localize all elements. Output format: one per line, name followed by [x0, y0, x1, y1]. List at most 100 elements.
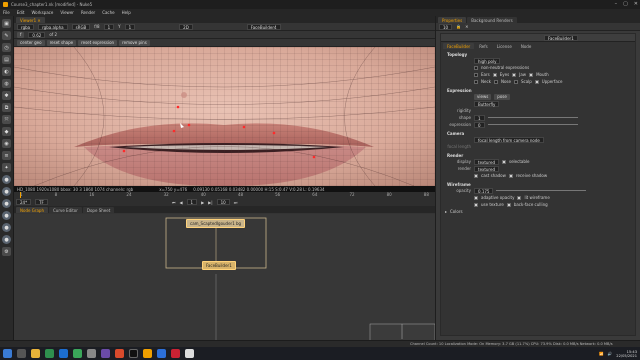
menu-viewer[interactable]: Viewer	[60, 10, 74, 15]
app-icon-9[interactable]	[171, 349, 180, 358]
menu-workspace[interactable]: Workspace	[31, 10, 53, 15]
tab-node[interactable]: Node	[516, 43, 536, 49]
volume-icon[interactable]: 🔊	[608, 352, 612, 356]
app-icon-5[interactable]	[101, 349, 110, 358]
menu-render[interactable]: Render	[81, 10, 95, 15]
prev-frame-icon[interactable]: ◀	[179, 200, 182, 205]
metadata-tool-icon[interactable]: ≡	[2, 151, 11, 160]
start-icon[interactable]	[3, 349, 12, 358]
gamma-field[interactable]: 1	[124, 23, 136, 30]
fps-field[interactable]: 24*	[16, 199, 32, 205]
colorspace-select[interactable]: sRGB	[71, 23, 91, 30]
app-icon-6[interactable]	[115, 349, 124, 358]
maximize-icon[interactable]: ▢	[623, 1, 628, 7]
app-icon-4[interactable]	[87, 349, 96, 358]
tab-dope-sheet[interactable]: Dope Sheet	[82, 207, 115, 213]
display-select[interactable]: textured	[474, 158, 499, 165]
opacity-slider[interactable]	[496, 190, 587, 191]
backface-checkbox[interactable]	[506, 202, 511, 207]
topology-select[interactable]: high poly	[474, 57, 501, 64]
mouth-checkbox[interactable]	[529, 72, 534, 77]
reset-shape-button[interactable]: reset shape	[46, 39, 77, 46]
eyes-checkbox[interactable]	[492, 72, 497, 77]
neck-checkbox[interactable]	[474, 79, 478, 84]
expression-field[interactable]: 0	[474, 121, 485, 128]
alpha-select[interactable]: rgba.alpha	[38, 23, 68, 30]
colors-expand-icon[interactable]: ▸	[445, 209, 447, 214]
lit-wireframe-checkbox[interactable]	[517, 195, 522, 200]
viewer-canvas[interactable]	[14, 47, 435, 186]
node-name-field[interactable]: FaceBuilder1	[544, 34, 578, 41]
reset-expression-button[interactable]: reset expression	[78, 39, 118, 46]
current-frame-field[interactable]: 1	[186, 199, 198, 205]
camera-select[interactable]: focal length from camera node	[474, 136, 544, 143]
playhead[interactable]	[20, 192, 21, 198]
tab-viewer1[interactable]: Viewer1 ✕	[16, 17, 45, 23]
close-icon[interactable]: ✕	[634, 1, 638, 7]
frame-field[interactable]: 0.62	[28, 31, 46, 38]
increment-field[interactable]: 10	[216, 199, 230, 205]
tab-background-renders[interactable]: Background Renders	[467, 17, 517, 23]
app-icon-7[interactable]	[129, 349, 138, 358]
nonneutral-checkbox[interactable]	[474, 65, 478, 70]
tab-refs[interactable]: Refs	[475, 43, 492, 49]
node-graph-canvas[interactable]: cam_ScaptedIgouder1 bg FaceBuilder1	[14, 214, 435, 347]
tf-field[interactable]: TF	[35, 199, 48, 205]
filter-tool-icon[interactable]: ◍	[2, 79, 11, 88]
timeline[interactable]: 1 8 16 24 32 40 48 56 64 72 80 88 24* TF…	[14, 192, 435, 206]
menu-edit[interactable]: Edit	[17, 10, 25, 15]
max-panels-field[interactable]: 10	[439, 23, 453, 30]
receive-shadow-checkbox[interactable]	[508, 173, 513, 178]
nuke-taskbar-icon[interactable]	[143, 349, 152, 358]
selectable-checkbox[interactable]	[502, 159, 506, 164]
network-icon[interactable]: 📶	[599, 352, 603, 356]
3d-tool-icon[interactable]: ◆	[2, 127, 11, 136]
cast-shadow-checkbox[interactable]	[474, 173, 478, 178]
remove-pins-button[interactable]: remove pins	[119, 39, 150, 46]
toolsets-tool-icon[interactable]: ●	[2, 175, 11, 184]
minimize-icon[interactable]: –	[615, 1, 618, 7]
tab-curve-editor[interactable]: Curve Editor	[48, 207, 82, 213]
menu-cache[interactable]: Cache	[102, 10, 114, 15]
adaptive-opacity-checkbox[interactable]	[474, 195, 478, 200]
merge-tool-icon[interactable]: ⧉	[2, 103, 11, 112]
gizmo-tool-icon[interactable]: ●	[2, 235, 11, 244]
skip-end-icon[interactable]: ⏭	[234, 200, 238, 205]
settings-tool-icon[interactable]: ⚙	[2, 247, 11, 256]
plugins-tool-icon[interactable]: ●	[2, 223, 11, 232]
app-icon-2[interactable]	[59, 349, 68, 358]
views-tool-icon[interactable]: ◉	[2, 139, 11, 148]
shape-field[interactable]: 1	[474, 114, 485, 121]
camera-node[interactable]: cam_ScaptedIgouder1 bg	[186, 219, 246, 228]
app-icon-10[interactable]	[185, 349, 194, 358]
input-a-select[interactable]: FaceBuilder4	[246, 23, 281, 30]
views-button[interactable]: views	[474, 93, 492, 100]
transform-tool-icon[interactable]: ⤧	[2, 115, 11, 124]
gain-field[interactable]: 1	[103, 23, 115, 30]
shape-slider[interactable]	[487, 117, 578, 118]
color-tool-icon[interactable]: ◐	[2, 67, 11, 76]
menu-help[interactable]: Help	[122, 10, 131, 15]
next-frame-icon[interactable]: ▶|	[208, 200, 212, 205]
app-icon-8[interactable]	[157, 349, 166, 358]
file-explorer-icon[interactable]	[31, 349, 40, 358]
tab-license[interactable]: License	[492, 43, 516, 49]
nose-checkbox[interactable]	[493, 79, 498, 84]
other-tool-icon[interactable]: ●	[2, 187, 11, 196]
expression-slider[interactable]	[487, 124, 578, 125]
lock-icon[interactable]: 🔒	[456, 24, 461, 29]
tab-facebuilder[interactable]: FaceBuilder	[443, 43, 475, 49]
facebuilder-node[interactable]: FaceBuilder1	[202, 261, 236, 270]
render-select[interactable]: textured	[474, 165, 499, 172]
tab-node-graph[interactable]: Node Graph	[16, 207, 48, 213]
scalp-checkbox[interactable]	[513, 79, 518, 84]
channel-select[interactable]: rgba	[17, 23, 35, 30]
keentools-tool-icon[interactable]: ●	[2, 211, 11, 220]
app-icon-3[interactable]	[73, 349, 82, 358]
pose-button[interactable]: pose	[494, 93, 510, 100]
skip-start-icon[interactable]: ⏮	[172, 200, 176, 205]
furnace-tool-icon[interactable]: ●	[2, 199, 11, 208]
opacity-field[interactable]: 0.175	[474, 187, 494, 194]
clear-panels-icon[interactable]: ✕	[465, 24, 468, 29]
draw-tool-icon[interactable]: ✎	[2, 31, 11, 40]
